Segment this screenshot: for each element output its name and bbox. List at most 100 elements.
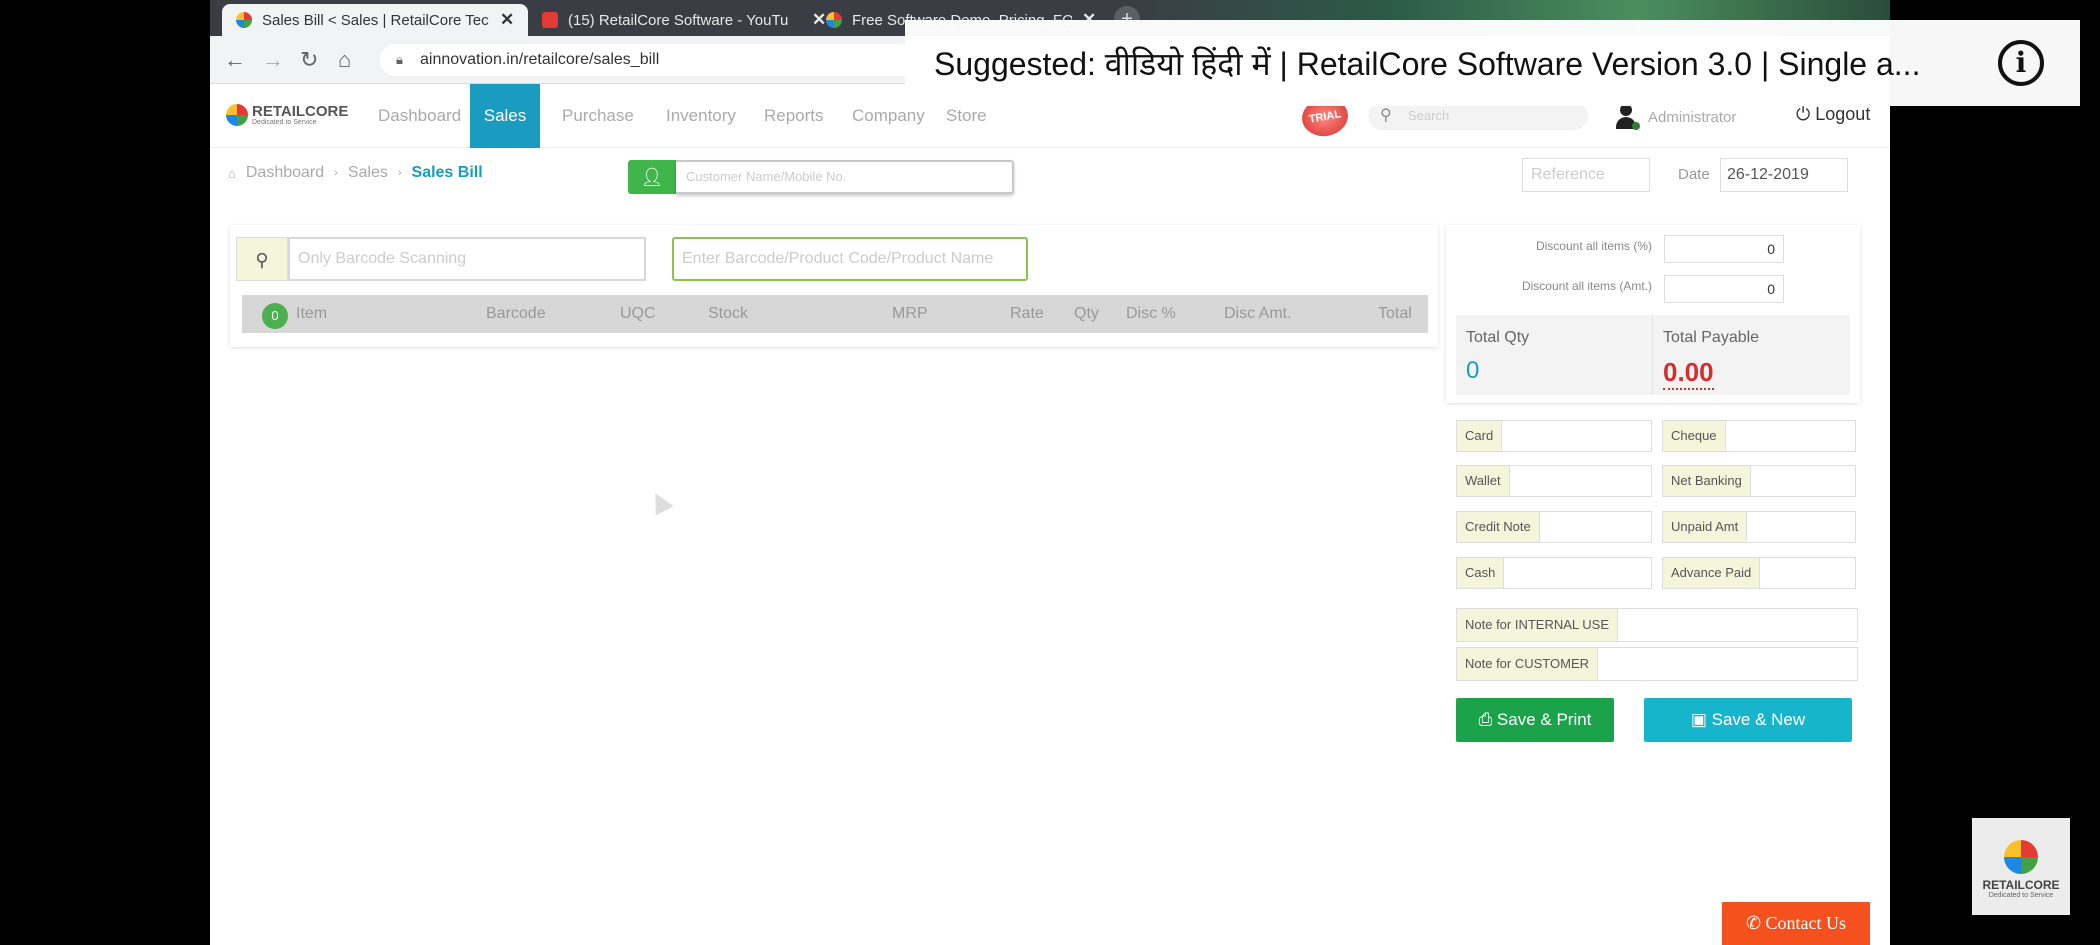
unpaid-amt-label: Unpaid Amt [1663, 512, 1748, 542]
home-icon[interactable]: ⌂ [338, 48, 351, 72]
customer-note-textarea[interactable] [1598, 648, 1857, 680]
search-icon: ⚲ [1380, 107, 1392, 124]
add-user-icon: 👤︎ [640, 167, 664, 187]
wallet-input[interactable] [1509, 466, 1651, 496]
date-input[interactable]: 26-12-2019 [1720, 158, 1848, 192]
internal-note-textarea[interactable] [1618, 609, 1857, 641]
col-stock: Stock [708, 305, 749, 322]
tab-title: Sales Bill < Sales | RetailCore Tec [262, 11, 489, 29]
advance-paid-input[interactable] [1760, 558, 1855, 588]
close-tab-icon[interactable]: ✕ [500, 10, 514, 30]
back-icon[interactable]: ← [224, 48, 246, 72]
col-barcode: Barcode [486, 305, 546, 322]
logo-tagline: Dedicated to Service [252, 118, 317, 126]
add-customer-button[interactable]: 👤︎ [628, 160, 676, 194]
retailcore-logo[interactable]: RETAILCORE Dedicated to Service [226, 104, 348, 126]
suggested-video-text: Suggested: वीडियो हिंदी में | RetailCore… [934, 46, 1921, 82]
cash-input[interactable] [1504, 558, 1651, 588]
total-qty-value: 0 [1466, 357, 1480, 384]
logo-name: RETAILCORE [252, 102, 349, 120]
floppy-icon: ▣ [1690, 710, 1707, 729]
unpaid-amt-input[interactable] [1747, 512, 1855, 542]
net-banking-input[interactable] [1750, 466, 1855, 496]
discount-pct-input[interactable]: 0 [1664, 235, 1784, 263]
save-new-button[interactable]: ▣ Save & New [1644, 698, 1852, 742]
cash-label: Cash [1457, 558, 1505, 588]
save-print-button[interactable]: ⎙ Save & Print [1456, 698, 1614, 742]
youtube-icon [542, 12, 558, 28]
net-banking-field[interactable]: Net Banking [1662, 465, 1856, 497]
nav-inventory[interactable]: Inventory [654, 84, 748, 148]
customer-search: 👤︎ Customer Name/Mobile No. [628, 160, 1014, 194]
mouse-cursor-icon [646, 488, 674, 516]
customer-note-label: Note for CUSTOMER [1457, 648, 1599, 680]
reference-input[interactable]: Reference [1522, 158, 1650, 192]
home-icon: ⌂ [228, 165, 236, 181]
discount-amt-input[interactable]: 0 [1664, 275, 1784, 303]
product-search-input[interactable]: Enter Barcode/Product Code/Product Name [672, 237, 1028, 281]
barcode-search-button[interactable]: ⚲ [236, 237, 288, 281]
card-input[interactable] [1502, 421, 1651, 451]
unpaid-amt-field[interactable]: Unpaid Amt [1662, 511, 1856, 543]
save-new-label: Save & New [1711, 710, 1806, 729]
suggested-video-banner[interactable]: Suggested: वीडियो हिंदी में | RetailCore… [905, 20, 2080, 106]
discount-amt-label: Discount all items (Amt.) [1521, 279, 1652, 293]
col-uqc: UQC [620, 305, 656, 322]
credit-note-input[interactable] [1539, 512, 1651, 542]
col-disc-amt: Disc Amt. [1224, 305, 1292, 322]
items-panel: ⚲ Only Barcode Scanning Enter Barcode/Pr… [230, 225, 1438, 347]
card-field[interactable]: Card [1456, 420, 1652, 452]
customer-input[interactable]: Customer Name/Mobile No. [676, 160, 1014, 194]
contact-label: Contact Us [1765, 913, 1847, 933]
phone-icon: ✆ [1745, 913, 1762, 933]
total-payable-label: Total Payable [1663, 329, 1760, 346]
breadcrumb: ⌂ Dashboard › Sales › Sales Bill [228, 164, 483, 182]
lock-icon: 🔒︎ [396, 52, 403, 67]
wallet-label: Wallet [1457, 466, 1510, 496]
logout-button[interactable]: ⏻ Logout [1796, 104, 1870, 125]
user-menu[interactable]: Administrator [1614, 104, 1736, 130]
nav-sales[interactable]: Sales [470, 84, 540, 148]
barcode-scan-input[interactable]: Only Barcode Scanning [288, 237, 646, 281]
wallet-field[interactable]: Wallet [1456, 465, 1652, 497]
col-mrp: MRP [892, 305, 928, 322]
credit-note-label: Credit Note [1457, 512, 1540, 542]
browser-tab-youtube[interactable]: (15) RetailCore Software - YouTu ✕ [528, 4, 840, 36]
cheque-input[interactable] [1725, 421, 1855, 451]
nav-dashboard[interactable]: Dashboard [366, 84, 473, 148]
nav-purchase[interactable]: Purchase [550, 84, 646, 148]
col-disc-pct: Disc % [1126, 305, 1176, 322]
customer-note-field[interactable]: Note for CUSTOMER [1456, 647, 1858, 681]
reload-icon[interactable]: ↻ [300, 48, 318, 72]
date-label: Date [1678, 166, 1710, 183]
search-icon: ⚲ [255, 250, 269, 270]
breadcrumb-sales[interactable]: Sales [348, 164, 388, 182]
browser-tab-sales-bill[interactable]: Sales Bill < Sales | RetailCore Tec ✕ [222, 4, 529, 36]
col-total: Total [1378, 305, 1412, 322]
search-placeholder: Search [1408, 108, 1450, 123]
contact-us-button[interactable]: ✆ Contact Us [1722, 902, 1870, 945]
total-payable-value: 0.00 [1663, 357, 1714, 390]
forward-icon[interactable]: → [262, 48, 284, 72]
cash-field[interactable]: Cash [1456, 557, 1652, 589]
advance-paid-field[interactable]: Advance Paid [1662, 557, 1856, 589]
total-qty-label: Total Qty [1466, 329, 1530, 346]
cheque-field[interactable]: Cheque [1662, 420, 1856, 452]
internal-note-field[interactable]: Note for INTERNAL USE [1456, 608, 1858, 642]
credit-note-field[interactable]: Credit Note [1456, 511, 1652, 543]
total-payable: Total Payable 0.00 [1653, 315, 1850, 395]
info-icon[interactable]: i [1998, 40, 2044, 86]
channel-watermark[interactable]: RETAILCORE Dedicated to Service [1972, 818, 2070, 915]
internal-note-label: Note for INTERNAL USE [1457, 609, 1619, 641]
breadcrumb-dashboard[interactable]: Dashboard [246, 164, 324, 182]
advance-paid-label: Advance Paid [1663, 558, 1761, 588]
items-table-header: 0 Item Barcode UQC Stock MRP Rate Qty Di… [242, 295, 1428, 333]
tab-title: (15) RetailCore Software - YouTu [568, 11, 789, 29]
breadcrumb-current: Sales Bill [411, 164, 483, 181]
globe-logo-icon [2004, 840, 2038, 874]
cheque-label: Cheque [1663, 421, 1726, 451]
nav-reports[interactable]: Reports [752, 84, 836, 148]
search-input[interactable]: ⚲ Search [1368, 102, 1588, 130]
summary-panel: Discount all items (%) 0 Discount all it… [1446, 225, 1860, 403]
col-rate: Rate [1010, 305, 1044, 322]
